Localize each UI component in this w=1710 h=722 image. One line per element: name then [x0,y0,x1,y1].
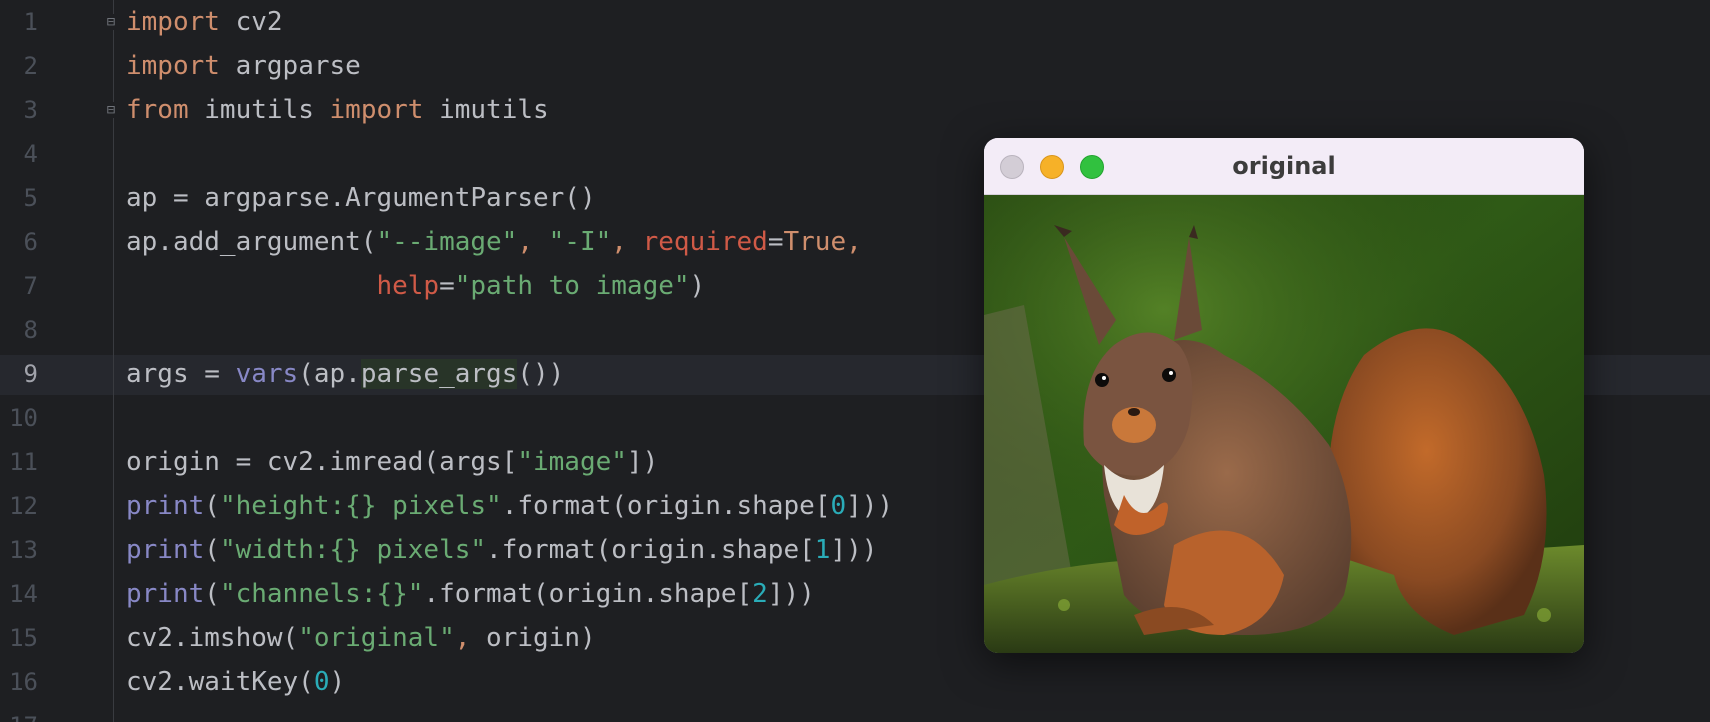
code-text: ap = argparse.ArgumentParser() [126,176,596,220]
window-title: original [1232,152,1336,180]
code-line[interactable]: 17 [0,704,1710,722]
code-token: required [642,227,768,257]
code-token: True [783,227,847,257]
code-token: "--image" [376,227,518,257]
code-token: , [517,227,549,257]
line-number: 13 [9,536,38,564]
code-token: print [126,491,205,521]
code-text: cv2.imshow("original", origin) [126,616,596,660]
code-token: parse_args [360,359,518,389]
code-token: ) [329,667,346,697]
code-text: help="path to image") [126,264,705,308]
line-number: 17 [0,704,38,722]
code-line[interactable]: 2 import argparse [0,44,1710,88]
code-token: 0 [313,667,330,697]
code-token: "original" [298,623,455,653]
code-token: "width:{} pixels" [219,535,487,565]
code-token: args = [126,359,236,389]
code-token: , [454,623,487,653]
code-token: ])) [846,491,894,521]
code-token: "channels:{}" [219,579,424,609]
code-token: ) [689,271,706,301]
line-number: 3 [23,96,38,124]
code-token: "path to image" [454,271,690,301]
code-token: ]) [626,447,659,477]
code-token: = [767,227,784,257]
fold-end-icon[interactable]: ⊟ [104,102,118,118]
code-token: ])) [830,535,878,565]
code-token: cv2.imshow( [126,623,299,653]
line-number: 14 [9,580,38,608]
code-token: print [126,535,205,565]
code-token: 2 [752,579,768,609]
code-text: cv2.waitKey(0) [126,660,345,704]
code-token: import [329,95,424,125]
code-token: ])) [767,579,815,609]
code-token: from [126,95,189,125]
code-token: print [126,579,205,609]
line-number: 9 [23,360,38,388]
window-titlebar[interactable]: original [984,138,1584,195]
code-token: vars [235,359,299,389]
code-token: 0 [830,491,847,521]
code-token: help [376,271,440,301]
squirrel-image [984,195,1584,653]
code-token: origin) [486,623,596,653]
code-line[interactable]: 3 from imutils import imutils [0,88,1710,132]
code-token: 1 [814,535,831,565]
code-text: args = vars(ap.parse_args()) [126,352,564,396]
code-token: argparse [219,51,361,81]
code-token: import [126,7,220,37]
code-text: print("height:{} pixels".format(origin.s… [126,484,893,528]
line-number: 1 [23,8,38,36]
line-number: 10 [9,404,38,432]
fold-start-icon[interactable]: ⊟ [104,14,118,30]
line-number: 8 [23,316,38,344]
line-number: 5 [23,184,38,212]
line-number: 16 [9,668,38,696]
code-line[interactable]: 1 import cv2 [0,0,1710,44]
code-token: , [611,227,643,257]
code-token: ()) [517,359,565,389]
line-number: 11 [9,448,38,476]
line-number: 4 [23,140,38,168]
code-token: .format(origin.shape[ [486,535,815,565]
code-text: from imutils import imutils [126,88,549,132]
code-token: import [126,51,220,81]
code-token: = [439,271,455,301]
code-token: ( [204,535,220,565]
line-number: 12 [9,492,38,520]
line-number: 15 [9,624,38,652]
code-token: .format(origin.shape[ [423,579,753,609]
code-token: ( [204,579,220,609]
line-number: 7 [23,272,38,300]
code-token: ap = argparse.ArgumentParser() [126,183,596,213]
code-text: origin = cv2.imread(args["image"]) [126,440,658,484]
code-text: import argparse [126,44,361,88]
code-token: cv2.waitKey( [126,667,314,697]
code-text: ap.add_argument("--image", "-I", require… [126,220,862,264]
code-text: import cv2 [126,0,283,44]
code-text: print("width:{} pixels".format(origin.sh… [126,528,877,572]
code-token: ap.add_argument( [126,227,377,257]
code-token: cv2 [219,7,283,37]
code-token: "height:{} pixels" [219,491,502,521]
code-token: imutils [423,95,549,125]
code-token: , [846,227,862,257]
code-line[interactable]: 16 cv2.waitKey(0) [0,660,1710,704]
line-number: 6 [23,228,38,256]
code-token: .format(origin.shape[ [501,491,831,521]
line-number: 2 [23,52,38,80]
code-token: (ap. [298,359,361,389]
opencv-image-window[interactable]: original [984,138,1584,653]
code-token: ( [204,491,220,521]
code-token: "-I" [548,227,612,257]
code-token: "image" [517,447,627,477]
code-text: print("channels:{}".format(origin.shape[… [126,572,815,616]
code-token: origin = cv2.imread(args[ [126,447,518,477]
code-token: imutils [188,95,330,125]
